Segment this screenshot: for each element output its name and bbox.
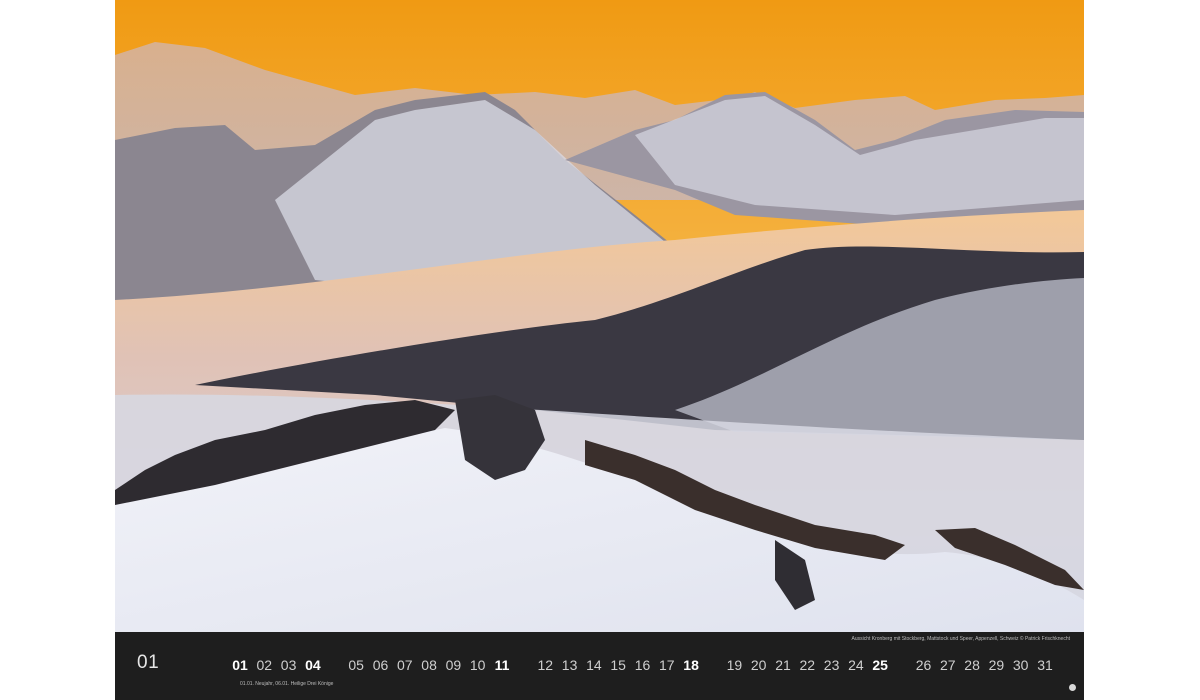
day-01: 01 — [232, 657, 248, 673]
day-20: 20 — [750, 657, 767, 673]
day-13: 13 — [561, 657, 578, 673]
day-10: 10 — [469, 657, 486, 673]
day-29: 29 — [988, 657, 1005, 673]
day-19: 19 — [726, 657, 743, 673]
calendar-page: Aussicht Kronberg mit Stockberg, Mattsto… — [115, 0, 1084, 700]
day-15: 15 — [610, 657, 626, 673]
day-23: 23 — [823, 657, 840, 673]
day-08: 08 — [421, 657, 437, 673]
day-11: 11 — [494, 657, 510, 673]
day-04: 04 — [305, 657, 321, 673]
day-31: 31 — [1037, 657, 1053, 673]
day-24: 24 — [848, 657, 864, 673]
page-marker-dot — [1069, 684, 1076, 691]
holiday-note: 01.01. Neujahr, 06.01. Heilige Drei Köni… — [240, 681, 334, 687]
day-28: 28 — [964, 657, 980, 673]
landscape-illustration — [115, 0, 1084, 632]
day-18: 18 — [683, 657, 699, 673]
day-row: 01 02 03 04 05 06 07 08 09 10 11 12 13 14 15 16 17 18 19 20… — [232, 657, 1060, 677]
day-07: 07 — [397, 657, 413, 673]
day-30: 30 — [1012, 657, 1029, 673]
day-17: 17 — [659, 657, 675, 673]
photo-caption: Aussicht Kronberg mit Stockberg, Mattsto… — [851, 636, 1070, 642]
day-27: 27 — [940, 657, 956, 673]
calendar-bar: Aussicht Kronberg mit Stockberg, Mattsto… — [115, 632, 1084, 700]
day-14: 14 — [586, 657, 602, 673]
day-25: 25 — [872, 657, 888, 673]
day-03: 03 — [280, 657, 297, 673]
mountain-landscape-photo — [115, 0, 1084, 632]
day-22: 22 — [799, 657, 816, 673]
day-05: 05 — [348, 657, 364, 673]
day-21: 21 — [775, 657, 791, 673]
day-09: 09 — [445, 657, 462, 673]
day-26: 26 — [915, 657, 932, 673]
day-06: 06 — [372, 657, 389, 673]
day-12: 12 — [537, 657, 554, 673]
month-number: 01 — [137, 652, 160, 673]
day-02: 02 — [256, 657, 273, 673]
day-16: 16 — [634, 657, 651, 673]
